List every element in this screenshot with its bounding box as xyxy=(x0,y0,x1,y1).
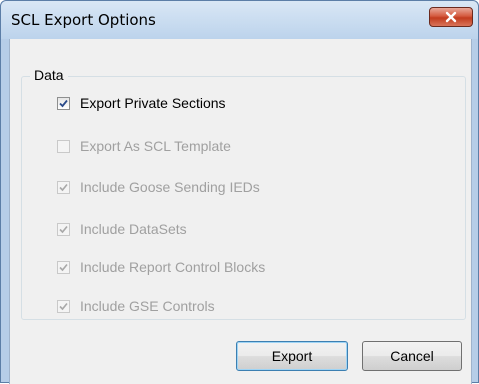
group-legend: Data xyxy=(30,67,68,83)
checkbox-include-gse-controls xyxy=(57,299,70,313)
close-icon xyxy=(445,11,457,23)
checkbox-include-datasets xyxy=(57,222,70,236)
option-label: Export As SCL Template xyxy=(80,138,231,154)
option-export-private-sections[interactable]: Export Private Sections xyxy=(57,93,226,113)
dialog-window: SCL Export Options Data Export Private S… xyxy=(0,0,479,384)
option-label: Include GSE Controls xyxy=(80,298,215,314)
option-label: Include DataSets xyxy=(80,221,187,237)
checkmark-icon xyxy=(59,302,68,310)
checkbox-include-report-control-blocks xyxy=(57,260,70,274)
option-include-gse-controls: Include GSE Controls xyxy=(57,296,215,316)
export-button[interactable]: Export xyxy=(236,341,348,371)
window-title: SCL Export Options xyxy=(11,11,156,29)
option-label: Include Report Control Blocks xyxy=(80,259,266,275)
option-label: Include Goose Sending IEDs xyxy=(80,179,260,195)
checkbox-include-goose-sending-ieds xyxy=(57,180,70,194)
cancel-button[interactable]: Cancel xyxy=(362,341,462,371)
checkmark-icon xyxy=(59,263,68,271)
option-export-as-scl-template: Export As SCL Template xyxy=(57,136,231,156)
dialog-body: Data Export Private Sections Export As S… xyxy=(9,39,472,384)
option-include-report-control-blocks: Include Report Control Blocks xyxy=(57,257,265,277)
option-label: Export Private Sections xyxy=(80,95,226,111)
checkbox-export-as-scl-template xyxy=(57,139,70,153)
checkbox-export-private-sections[interactable] xyxy=(57,96,70,110)
option-include-datasets: Include DataSets xyxy=(57,219,187,239)
title-bar[interactable]: SCL Export Options xyxy=(1,1,478,39)
checkmark-icon xyxy=(59,99,68,107)
option-include-goose-sending-ieds: Include Goose Sending IEDs xyxy=(57,177,260,197)
checkmark-icon xyxy=(59,225,68,233)
close-button[interactable] xyxy=(429,7,473,27)
checkmark-icon xyxy=(59,183,68,191)
